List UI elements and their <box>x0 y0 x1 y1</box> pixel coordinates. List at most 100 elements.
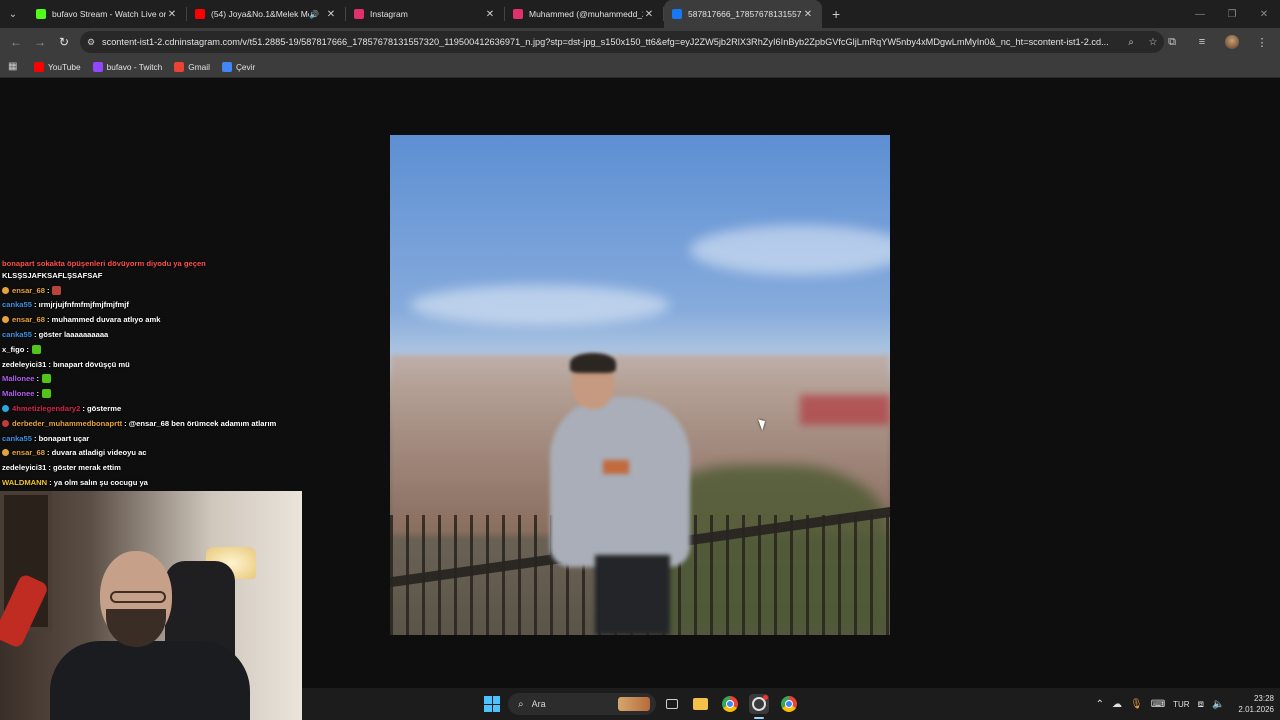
chat-username[interactable]: Mallonee <box>2 374 35 383</box>
chat-message: zedeleyici31: göster merak ettim <box>2 460 300 475</box>
zoom-icon[interactable]: ⌕ <box>1120 37 1142 48</box>
chat-text: : göster laaaaaaaaaa <box>33 330 109 340</box>
menu-icon[interactable]: ⋮ <box>1250 30 1274 54</box>
browser-tab[interactable]: 587817666_1785767813155732 ✕ <box>664 0 822 28</box>
cloud <box>410 285 670 325</box>
browser-tab[interactable]: Instagram ✕ <box>346 0 504 28</box>
chat-username[interactable]: 4hmetizlegendary2 <box>12 404 80 413</box>
volume-icon[interactable]: 🔈 <box>1212 699 1224 710</box>
restore-icon[interactable]: ❐ <box>1216 0 1248 28</box>
chat-message: WALDMANN: ya olm salın şu cocugu ya <box>2 475 300 490</box>
windows-logo-icon <box>492 696 500 704</box>
start-button[interactable] <box>484 696 500 712</box>
chat-text: : bonapart uçar <box>33 433 90 443</box>
tab-strip: ⌄ bufavo Stream - Watch Live on ✕ (54) Joy… <box>0 0 1280 28</box>
windows-logo-icon <box>484 696 492 704</box>
tab-favicon-icon <box>354 9 364 19</box>
reload-icon[interactable]: ↻ <box>52 30 76 54</box>
keyboard-icon[interactable]: ⌨ <box>1151 699 1165 710</box>
tab-title: Instagram <box>370 9 408 19</box>
chrome-icon[interactable] <box>720 694 740 714</box>
chat-message: ensar_68: duvara atladigi videoyu ac <box>2 446 300 461</box>
chat-username[interactable]: derbeder_muhammedbonaprtt <box>12 419 122 428</box>
chat-username[interactable]: zedeleyici31 <box>2 463 46 472</box>
bookmark-item[interactable]: YouTube <box>34 61 81 72</box>
tab-audio-icon[interactable]: 🔊 <box>309 10 319 19</box>
tab-close-icon[interactable]: ✕ <box>643 9 655 20</box>
browser-tab[interactable]: bufavo Stream - Watch Live on ✕ <box>28 0 186 28</box>
bookmark-item[interactable]: Çevir <box>221 61 255 72</box>
chat-username[interactable]: ensar_68 <box>12 448 45 457</box>
back-icon[interactable]: ← <box>4 30 28 54</box>
chat-message: bonapart sokakta öpüşenleri dövüyorm diy… <box>2 256 300 268</box>
chat-username[interactable]: canka55 <box>2 434 32 443</box>
task-view-icon[interactable] <box>662 694 682 714</box>
chat-message: ensar_68: muhammed duvara atlıyo amk <box>2 312 300 327</box>
bookmark-item[interactable]: bufavo - Twitch <box>92 61 162 72</box>
browser-tab[interactable]: (54) Joya&No.1&Melek Mo 🔊 ✕ <box>187 0 345 28</box>
search-highlight-icon <box>618 697 650 711</box>
chat-message: ensar_68: <box>2 283 300 298</box>
media-control-icon[interactable]: ≡ <box>1190 30 1214 54</box>
extensions-icon[interactable]: ⧉ <box>1160 30 1184 54</box>
minimize-icon[interactable]: — <box>1184 0 1216 28</box>
close-window-icon[interactable]: ✕ <box>1248 0 1280 28</box>
obs-icon[interactable] <box>749 694 769 714</box>
tab-close-icon[interactable]: ✕ <box>166 9 178 20</box>
chat-emote-icon <box>31 344 41 354</box>
onedrive-icon[interactable]: ☁ <box>1112 699 1122 710</box>
bookmark-item[interactable]: Gmail <box>174 61 210 72</box>
taskbar-search[interactable]: ⌕ Ara <box>508 693 656 715</box>
profile-photo[interactable] <box>390 135 890 635</box>
tab-close-icon[interactable]: ✕ <box>484 9 496 20</box>
site-info-icon[interactable]: ⚙ <box>80 37 102 48</box>
active-app-indicator <box>754 717 764 719</box>
chat-username[interactable]: x_figo <box>2 345 24 354</box>
system-tray: ⌃ ☁ 🎙 ⌨ TUR ⧈ 🔈 23:28 2.01.2026 <box>1096 688 1274 720</box>
bookmark-favicon-icon <box>92 61 103 72</box>
language-indicator[interactable]: TUR <box>1173 700 1189 709</box>
new-tab-button[interactable]: + <box>832 6 840 22</box>
file-explorer-icon[interactable] <box>690 694 710 714</box>
tab-close-icon[interactable]: ✕ <box>325 9 337 20</box>
tab-favicon-icon <box>36 9 46 19</box>
microphone-icon[interactable]: 🎙 <box>1130 699 1143 710</box>
chat-username[interactable]: zedeleyici31 <box>2 360 46 369</box>
chrome-profile-icon[interactable] <box>779 694 799 714</box>
chat-username[interactable]: ensar_68 <box>12 315 45 324</box>
chat-username[interactable]: ensar_68 <box>12 286 45 295</box>
chat-badge-icon <box>2 286 9 294</box>
url-text[interactable]: scontent-ist1-2.cdninstagram.com/v/t51.2… <box>102 37 1120 47</box>
address-bar[interactable]: ⚙ scontent-ist1-2.cdninstagram.com/v/t51… <box>80 31 1164 53</box>
chat-username[interactable]: WALDMANN <box>2 478 47 487</box>
profile-avatar[interactable] <box>1220 30 1244 54</box>
tab-close-icon[interactable]: ✕ <box>802 9 814 20</box>
chat-text: : <box>26 344 29 354</box>
tab-title: 587817666_1785767813155732 <box>688 9 802 19</box>
apps-grid-icon[interactable]: ▦ <box>8 61 22 72</box>
clock[interactable]: 23:28 2.01.2026 <box>1238 693 1274 715</box>
bookmark-favicon-icon <box>174 61 185 72</box>
chat-text: : duvara atladigi videoyu ac <box>46 448 147 458</box>
windows-logo-icon <box>484 704 492 712</box>
chevron-up-icon[interactable]: ⌃ <box>1096 699 1104 710</box>
chat-username[interactable]: canka55 <box>2 300 32 309</box>
tab-search-chevron-icon[interactable]: ⌄ <box>4 5 22 23</box>
red-rooftops <box>800 395 890 425</box>
chat-message: Mallonee: <box>2 372 300 387</box>
bookmark-favicon-icon <box>34 61 44 72</box>
chat-username[interactable]: canka55 <box>2 330 32 339</box>
browser-tab[interactable]: Muhammed (@muhammedd_2 ✕ <box>505 0 663 28</box>
chat-text: : gösterme <box>82 404 122 414</box>
chat-text: KLSŞSJAFKSAFLŞSAFSAF <box>2 270 103 280</box>
search-placeholder: Ara <box>531 699 546 709</box>
network-icon[interactable]: ⧈ <box>1198 699 1204 710</box>
bookmark-label: YouTube <box>48 61 81 72</box>
chat-username[interactable]: Mallonee <box>2 389 35 398</box>
chat-message: canka55: göster laaaaaaaaaa <box>2 327 300 342</box>
forward-icon[interactable]: → <box>28 30 52 54</box>
webcam-feed <box>0 491 302 720</box>
tab-favicon-icon <box>195 9 205 19</box>
bookmarks-bar: ▦ YouTube bufavo - Twitch Gmail Çevir <box>0 56 1280 78</box>
person-legs <box>595 555 670 635</box>
